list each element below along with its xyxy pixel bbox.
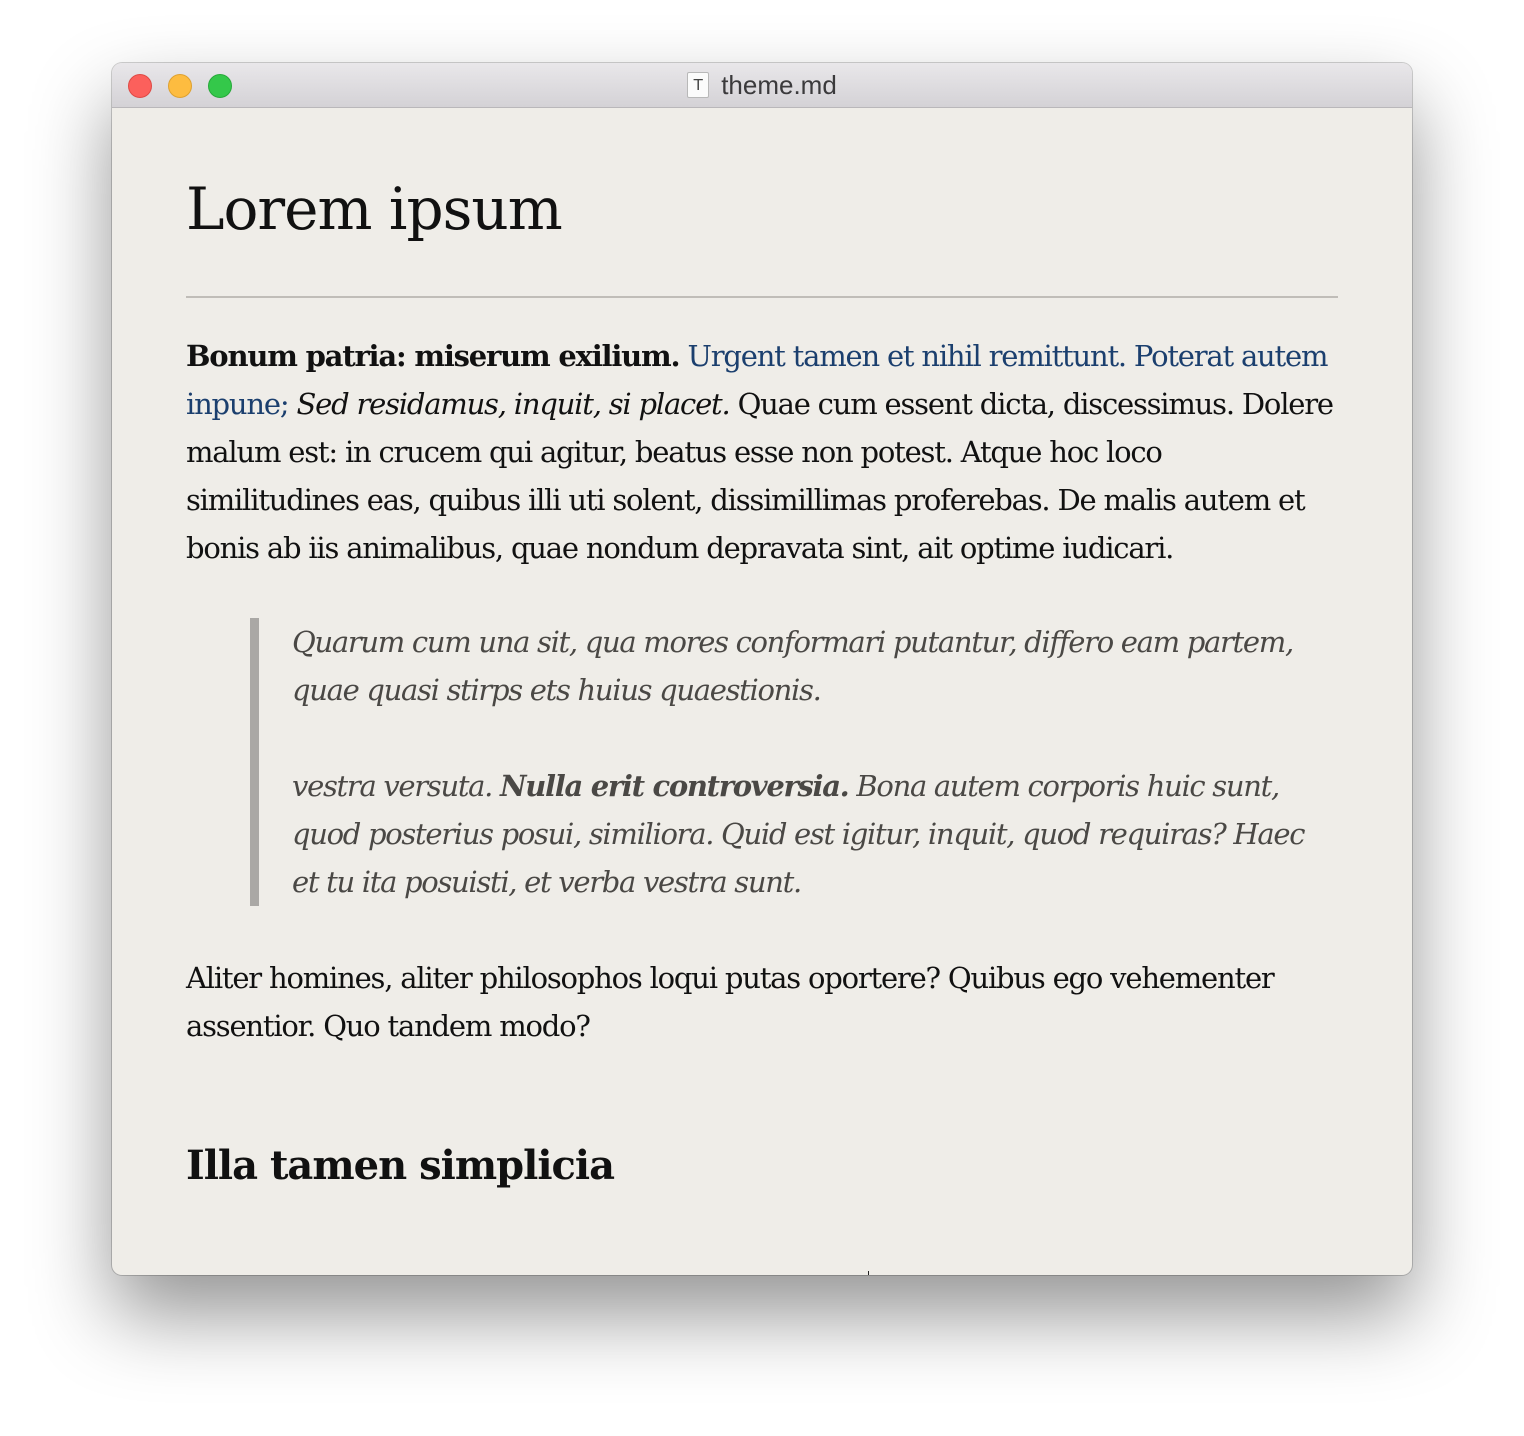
paragraph-intro: Bonum patria: miserum exilium. Urgent ta… — [186, 332, 1338, 572]
italic-text: Sed residamus, inquit, si placet. — [296, 387, 730, 421]
horizontal-rule — [186, 296, 1338, 298]
heading-lorem-ipsum: Lorem ipsum — [186, 175, 563, 243]
paragraph-aliter: Aliter homines, aliter philosophos loqui… — [186, 961, 1275, 1043]
quote-paragraph-2: vestra versuta. Nulla erit controversia.… — [292, 762, 1338, 906]
window-title: theme.md — [721, 69, 837, 100]
window-title-group: T theme.md — [112, 63, 1412, 107]
heading-illa-tamen: Illa tamen simplicia — [186, 1142, 615, 1189]
text-cursor — [868, 1271, 869, 1275]
title-bar[interactable]: T theme.md — [112, 63, 1412, 108]
quote-paragraph-1: Quarum cum una sit, qua mores conformari… — [292, 625, 1294, 707]
quote-text: vestra versuta. — [292, 769, 493, 803]
bold-text: Bonum patria: miserum exilium. — [186, 339, 681, 373]
app-window: T theme.md Lorem ipsum Bonum patria: mis… — [112, 63, 1412, 1275]
document-icon[interactable]: T — [687, 72, 710, 98]
quote-bold-text: Nulla erit controversia. — [500, 769, 850, 803]
blockquote: Quarum cum una sit, qua mores conformari… — [250, 618, 1338, 906]
editor-content[interactable]: Lorem ipsum Bonum patria: miserum exiliu… — [186, 108, 1338, 1194]
